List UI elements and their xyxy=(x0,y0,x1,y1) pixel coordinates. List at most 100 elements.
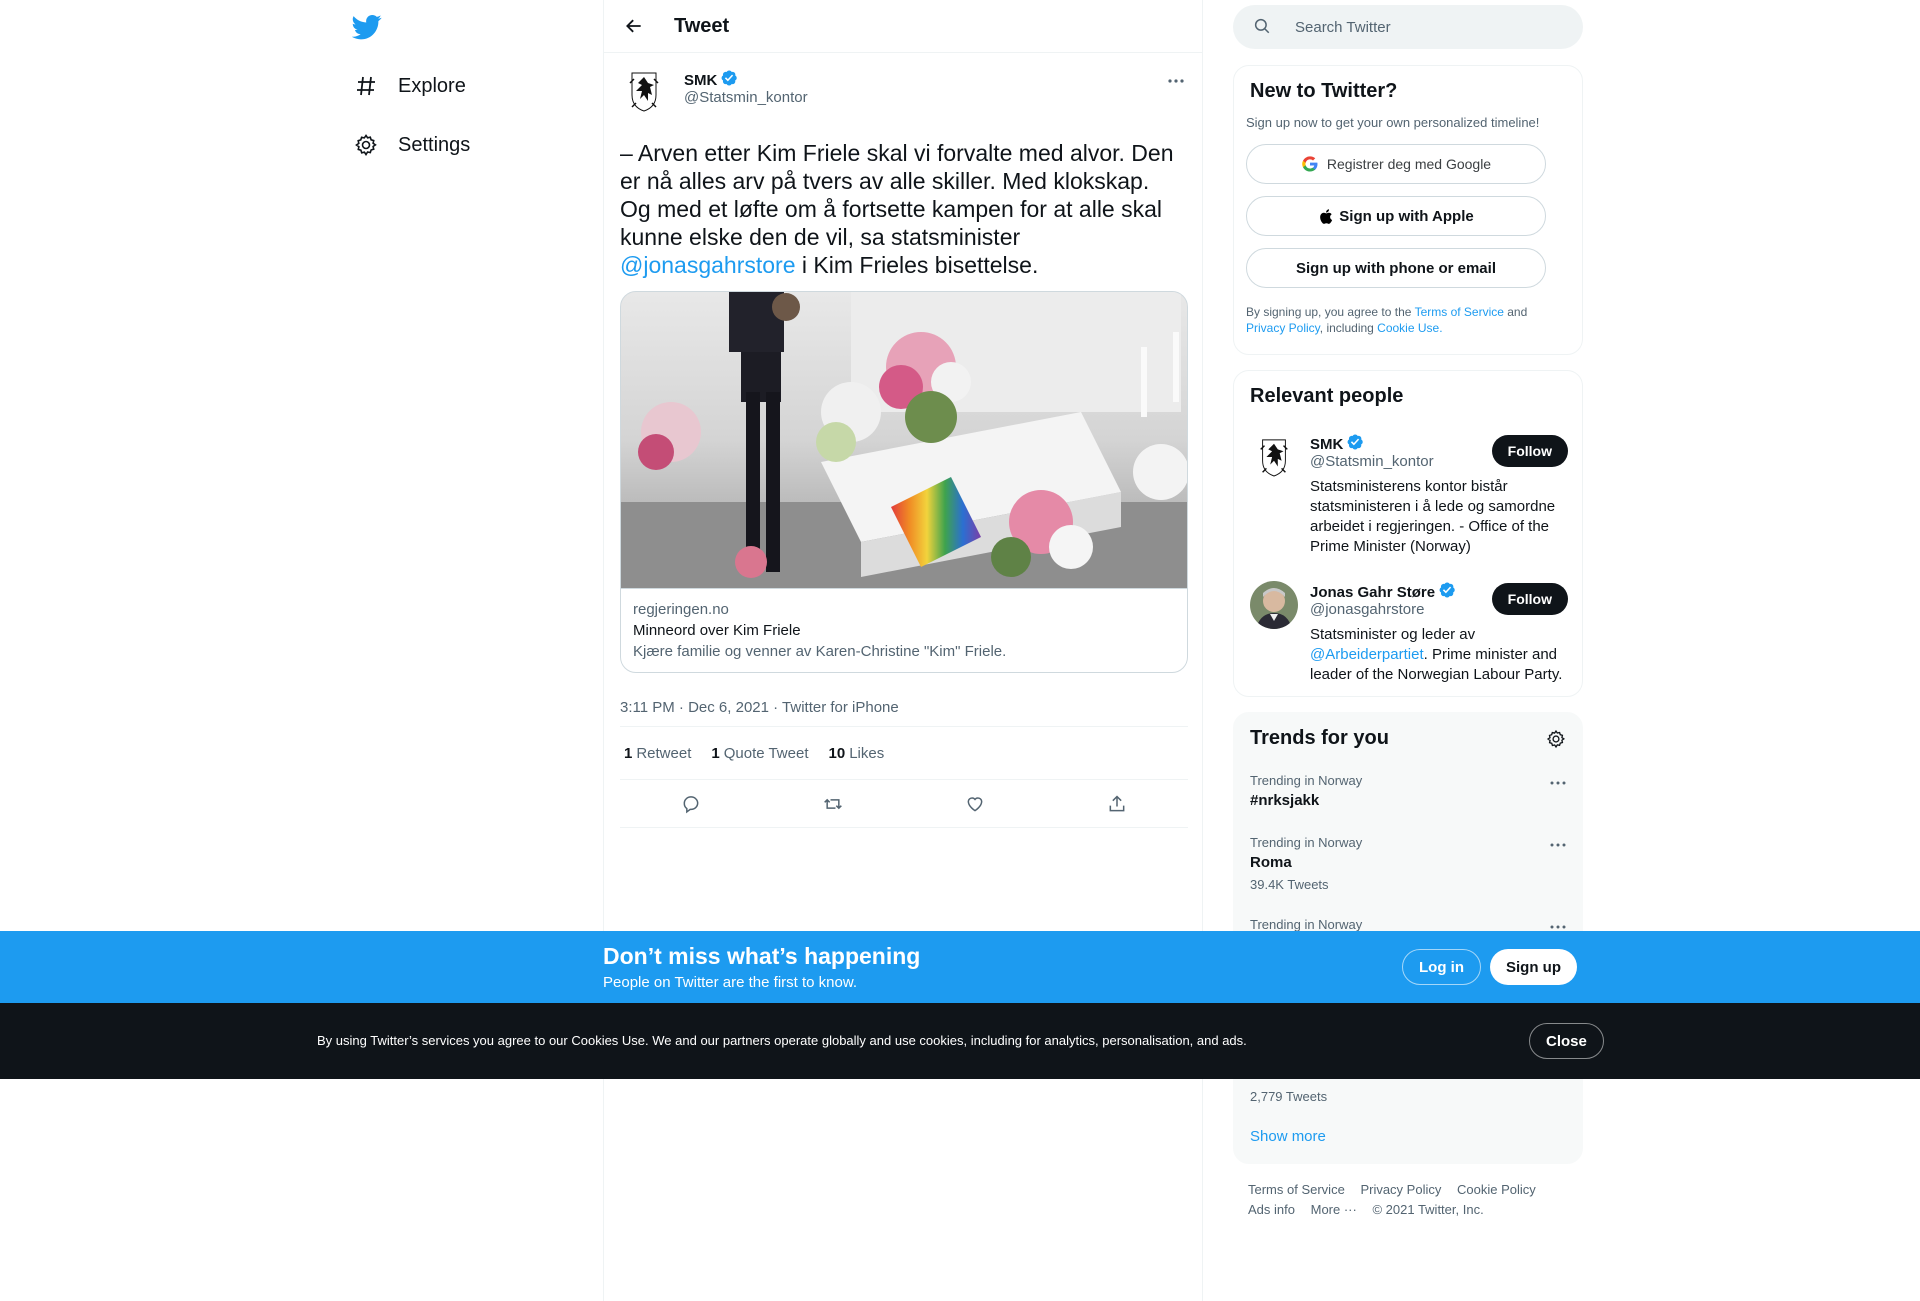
trends-title: Trends for you xyxy=(1250,727,1389,749)
search-box[interactable] xyxy=(1233,5,1583,49)
retweet-icon[interactable] xyxy=(816,787,850,821)
twitter-logo-icon[interactable] xyxy=(351,12,384,44)
relevant-people-panel: Relevant people SMK @Statsmin_kontor Sta… xyxy=(1233,370,1583,697)
tweet-header: Tweet xyxy=(604,0,1202,53)
retweets-label: Retweet xyxy=(636,744,692,762)
back-arrow-icon[interactable] xyxy=(617,9,651,43)
more-options-icon[interactable] xyxy=(1548,773,1568,793)
apple-signup-button[interactable]: Sign up with Apple xyxy=(1246,196,1546,236)
author-name-text: SMK xyxy=(684,71,718,89)
likes-count: 10 xyxy=(828,744,846,762)
signup-title: New to Twitter? xyxy=(1250,80,1398,102)
tweet-text: – Arven etter Kim Friele skal vi forvalt… xyxy=(620,139,1186,279)
card-title: Minneord over Kim Friele xyxy=(633,622,801,639)
apple-icon xyxy=(1318,208,1333,225)
cookie-close-button[interactable]: Close xyxy=(1529,1023,1604,1059)
verified-badge-icon xyxy=(1346,433,1364,455)
cookie-bar: By using Twitter’s services you agree to… xyxy=(0,1003,1920,1079)
signup-buttons: Registrer deg med Google Sign up with Ap… xyxy=(1246,144,1570,288)
show-more-link[interactable]: Show more xyxy=(1250,1128,1326,1145)
footer: Terms of Service Privacy Policy Cookie P… xyxy=(1248,1180,1548,1220)
more-options-icon[interactable] xyxy=(1548,835,1568,855)
author-name[interactable]: SMK xyxy=(684,69,738,91)
card-description: Kjære familie og venner av Karen-Christi… xyxy=(633,643,1007,660)
trend-context: Trending in Norway xyxy=(1250,835,1363,850)
trend-count: 2,779 Tweets xyxy=(1250,1089,1328,1104)
trend-item[interactable]: Trending in Norway xyxy=(1250,917,1568,932)
trend-name: #nrksjakk xyxy=(1250,792,1320,809)
tweet-meta[interactable]: 3:11 PM · Dec 6, 2021 · Twitter for iPho… xyxy=(620,689,1188,727)
footer-ads-link[interactable]: Ads info xyxy=(1248,1202,1295,1217)
quotes-label: Quote Tweet xyxy=(723,744,809,762)
trend-name: Roma xyxy=(1250,854,1292,871)
person-name-text: SMK xyxy=(1310,435,1344,453)
footer-cookie-link[interactable]: Cookie Policy xyxy=(1457,1182,1536,1197)
tweet-text-part: – Arven etter Kim Friele skal vi forvalt… xyxy=(620,140,1174,250)
retweets-stat[interactable]: 1 Retweet xyxy=(624,745,691,762)
phone-signup-button[interactable]: Sign up with phone or email xyxy=(1246,248,1546,288)
link-card[interactable]: regjeringen.no Minneord over Kim Friele … xyxy=(620,291,1188,673)
more-options-icon[interactable] xyxy=(1164,69,1188,93)
likes-label: Likes xyxy=(849,744,885,762)
author-handle[interactable]: @Statsmin_kontor xyxy=(684,89,808,106)
person-handle: @jonasgahrstore xyxy=(1310,601,1425,618)
signup-subtitle: Sign up now to get your own personalized… xyxy=(1246,115,1540,130)
trend-context: Trending in Norway xyxy=(1250,773,1363,788)
verified-badge-icon xyxy=(720,69,738,91)
trend-item[interactable]: Trending in Norway #nrksjakk xyxy=(1250,773,1568,809)
search-icon xyxy=(1253,17,1273,37)
google-signup-button[interactable]: Registrer deg med Google xyxy=(1246,144,1546,184)
trend-context: Trending in Norway xyxy=(1250,917,1363,932)
tweet-stats: 1 Retweet 1 Quote Tweet 10 Likes xyxy=(620,727,1188,780)
apple-signup-label: Sign up with Apple xyxy=(1339,207,1474,225)
relevant-people-title: Relevant people xyxy=(1250,385,1404,407)
tweet-mention-link[interactable]: @jonasgahrstore xyxy=(620,252,796,278)
nav-settings-label: Settings xyxy=(398,133,471,156)
retweets-count: 1 xyxy=(624,744,633,762)
person-avatar[interactable] xyxy=(1250,433,1298,481)
privacy-link[interactable]: Privacy Policy xyxy=(1246,321,1320,335)
footer-row: Terms of Service Privacy Policy Cookie P… xyxy=(1248,1180,1548,1200)
person-bio: Statsministerens kontor bistår statsmini… xyxy=(1310,478,1556,555)
card-domain: regjeringen.no xyxy=(633,601,729,618)
author-avatar[interactable] xyxy=(620,67,668,115)
footer-privacy-link[interactable]: Privacy Policy xyxy=(1360,1182,1441,1197)
reply-icon[interactable] xyxy=(674,787,708,821)
share-icon[interactable] xyxy=(1100,787,1134,821)
search-input[interactable] xyxy=(1295,18,1555,36)
tweet-text-part: i Kim Frieles bisettelse. xyxy=(795,252,1039,278)
cookie-use-link[interactable]: Cookie Use. xyxy=(1377,321,1442,335)
person-avatar[interactable] xyxy=(1250,581,1298,629)
phone-signup-label: Sign up with phone or email xyxy=(1295,259,1496,277)
follow-button[interactable]: Follow xyxy=(1491,583,1568,615)
like-icon[interactable] xyxy=(958,787,992,821)
person-bio: Statsminister og leder av @Arbeiderparti… xyxy=(1310,625,1568,685)
page: Explore Settings Tweet SMK @Statsmin_kon… xyxy=(0,0,1920,1301)
banner-title: Don’t miss what’s happening xyxy=(603,943,921,969)
person-name[interactable]: SMK xyxy=(1310,433,1364,455)
bio-mention-link[interactable]: @Arbeiderpartiet xyxy=(1310,646,1424,663)
cookie-text: By using Twitter’s services you agree to… xyxy=(317,1033,1247,1048)
quotes-stat[interactable]: 1 Quote Tweet xyxy=(711,745,808,762)
signup-button[interactable]: Sign up xyxy=(1490,949,1577,985)
person-name[interactable]: Jonas Gahr Støre xyxy=(1310,581,1456,603)
gear-icon[interactable] xyxy=(1546,729,1566,749)
signup-legal: By signing up, you agree to the Terms of… xyxy=(1246,304,1570,336)
login-button[interactable]: Log in xyxy=(1402,949,1481,985)
follow-button[interactable]: Follow xyxy=(1491,435,1568,467)
signup-banner: Don’t miss what’s happening People on Tw… xyxy=(0,931,1920,1003)
footer-terms-link[interactable]: Terms of Service xyxy=(1248,1182,1345,1197)
google-signup-label: Registrer deg med Google xyxy=(1326,156,1492,172)
terms-link[interactable]: Terms of Service xyxy=(1415,305,1504,319)
trend-item[interactable]: Trending in Norway Roma 39.4K Tweets xyxy=(1250,835,1568,892)
trend-item[interactable]: 2,779 Tweets xyxy=(1250,1083,1568,1104)
footer-row: Ads info More ··· © 2021 Twitter, Inc. xyxy=(1248,1200,1548,1220)
likes-stat[interactable]: 10 Likes xyxy=(829,745,885,762)
footer-more-link[interactable]: More ··· xyxy=(1311,1202,1357,1217)
nav-settings[interactable]: Settings xyxy=(352,123,470,167)
tweet-author: SMK @Statsmin_kontor xyxy=(620,53,1188,123)
card-body: regjeringen.no Minneord over Kim Friele … xyxy=(621,588,1187,672)
trend-count: 39.4K Tweets xyxy=(1250,877,1329,892)
nav-explore[interactable]: Explore xyxy=(352,64,466,108)
card-image xyxy=(621,292,1187,588)
